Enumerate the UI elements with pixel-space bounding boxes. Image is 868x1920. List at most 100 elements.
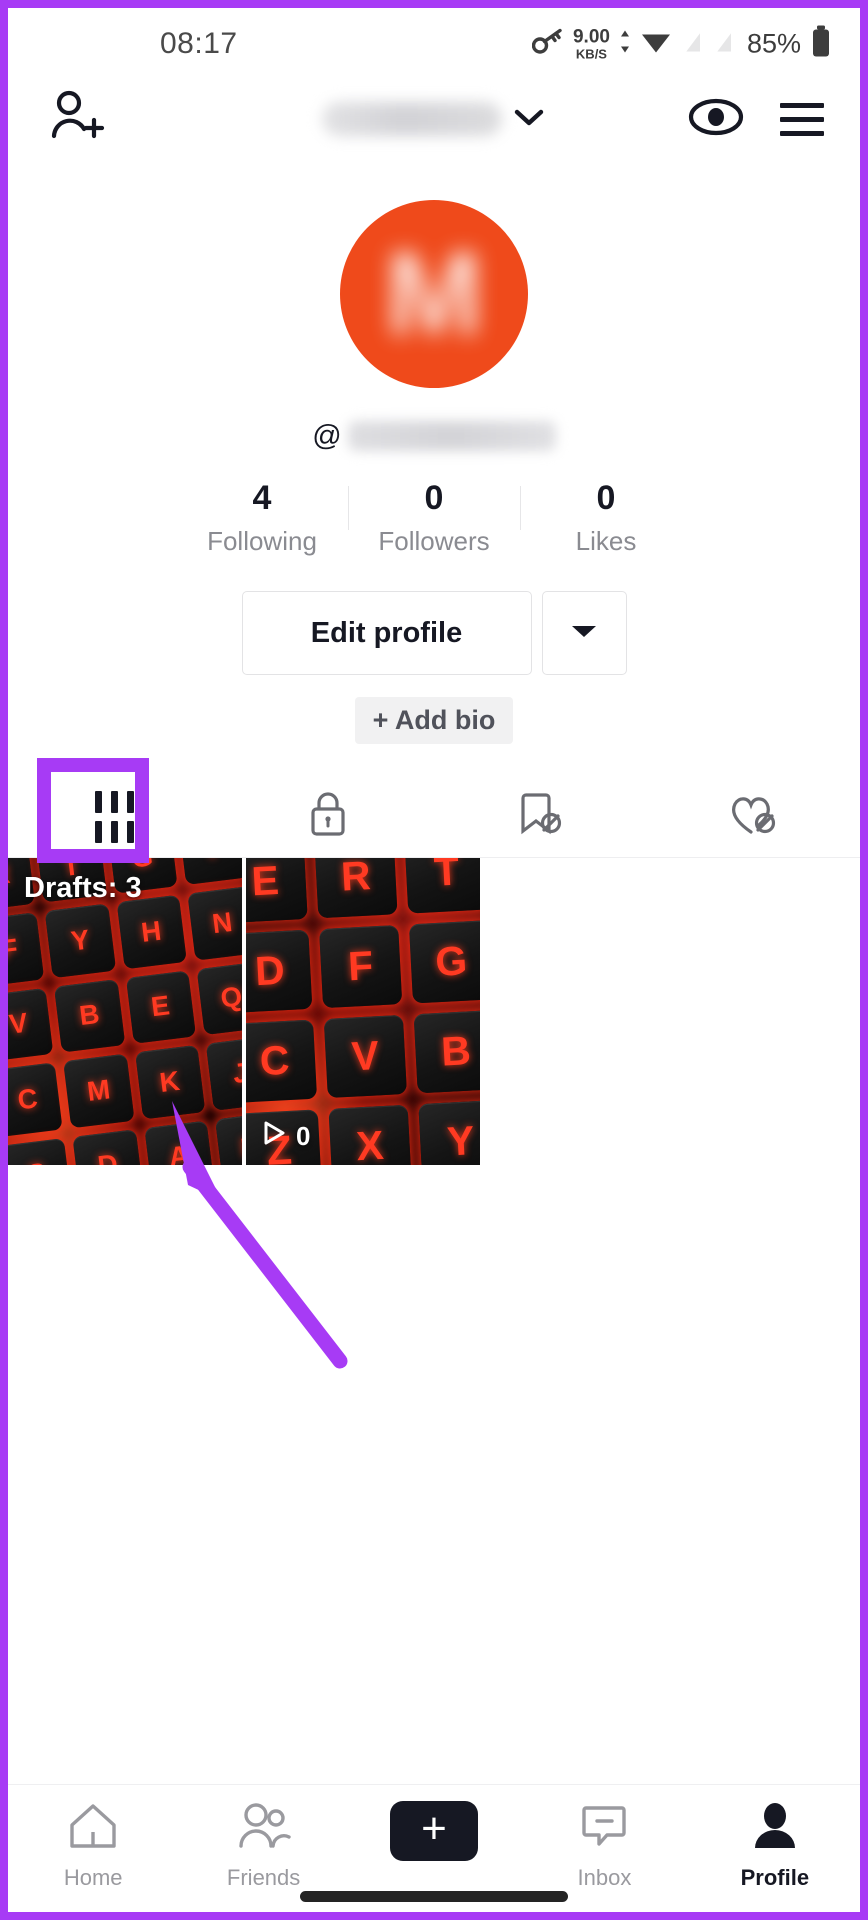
nav-label-friends: Friends [226, 1865, 301, 1890]
app-header [8, 80, 860, 158]
key: J [205, 1036, 242, 1111]
key: A [143, 1120, 215, 1166]
drafts-badge: Drafts: 3 [24, 872, 142, 905]
profile-handle[interactable]: @ [312, 416, 556, 456]
empty-content-area [8, 1165, 860, 1784]
key: C [8, 1062, 63, 1137]
nav-label-home: Home [63, 1865, 123, 1890]
network-speed-value: 9.00 [572, 26, 610, 48]
key: K [134, 1045, 205, 1120]
tab-liked[interactable] [647, 776, 860, 857]
app-screen: 08:17 9.00 KB/S 85% M @ 4 Following 0 Fo… [8, 8, 860, 1912]
key: T [404, 858, 480, 914]
hamburger-bar [780, 102, 824, 108]
avatar[interactable]: M [340, 200, 528, 388]
edit-profile-button[interactable]: Edit profile [241, 591, 532, 676]
stat-likes[interactable]: 0 Likes [520, 479, 692, 557]
chevron-down-icon [512, 105, 546, 134]
heart-hidden-icon [727, 789, 781, 844]
play-count-value: 0 [296, 1121, 311, 1152]
key: S [8, 1137, 73, 1166]
profile-stats: 4 Following 0 Followers 0 Likes [176, 479, 692, 557]
stat-following-label: Following [207, 526, 317, 557]
nav-item-profile[interactable]: Profile [690, 1801, 860, 1891]
key: H [116, 895, 187, 970]
stat-likes-label: Likes [575, 526, 637, 557]
stat-following-count: 4 [252, 479, 272, 517]
key: D [246, 930, 312, 1014]
key: B [414, 1010, 480, 1094]
key: 7 [177, 858, 242, 886]
stat-following[interactable]: 4 Following [176, 479, 348, 557]
key: B [54, 979, 125, 1054]
play-count-badge: 0 [262, 1120, 310, 1153]
add-friend-button[interactable] [44, 86, 106, 153]
keyboard-keys: E R T D F G C V B Z X Y [246, 858, 480, 1166]
add-bio-row: + Add bio [354, 697, 514, 745]
tab-posts[interactable] [8, 776, 221, 857]
nav-label-inbox: Inbox [577, 1865, 632, 1890]
nav-label-profile: Profile [740, 1865, 810, 1890]
handle-value-blurred [347, 421, 556, 451]
stat-followers-count: 0 [424, 479, 444, 517]
add-person-icon [44, 86, 106, 153]
tab-private[interactable] [221, 776, 434, 857]
key: G [409, 920, 480, 1004]
battery-icon [810, 25, 832, 63]
username-dropdown[interactable] [322, 102, 546, 136]
nav-item-inbox[interactable]: Inbox [519, 1801, 689, 1891]
wifi-icon [640, 29, 672, 60]
key: R [313, 858, 398, 919]
tab-saved[interactable] [434, 776, 647, 857]
bookmark-hidden-icon [515, 789, 567, 844]
add-bio-button[interactable]: + Add bio [354, 697, 514, 745]
username-label-blurred [322, 102, 502, 136]
caret-down-icon [567, 620, 601, 647]
grid-item-drafts[interactable]: R T G 7 F Y H N V B E Q C M K [8, 858, 242, 1166]
key: F [8, 913, 45, 987]
status-icons: 9.00 KB/S 85% [531, 25, 832, 63]
status-time: 08:17 [160, 27, 238, 60]
posts-grid: R T G 7 F Y H N V B E Q C M K [8, 858, 860, 1166]
hamburger-menu-icon[interactable] [780, 102, 824, 136]
plus-glyph: + [421, 1804, 447, 1853]
updown-arrows-icon [619, 29, 631, 60]
key: F [318, 925, 403, 1009]
key: V [323, 1015, 408, 1099]
nav-item-create[interactable]: + [349, 1801, 519, 1870]
key: Y [418, 1100, 480, 1166]
thumbnail-image: E R T D F G C V B Z X Y [246, 858, 480, 1166]
key: Q [196, 961, 242, 1036]
handle-at-symbol: @ [312, 419, 342, 452]
home-indicator [300, 1891, 568, 1902]
profile-person-icon [748, 1801, 802, 1856]
eye-icon[interactable] [688, 97, 744, 142]
key: N [187, 886, 242, 961]
key-icon [531, 28, 564, 60]
stat-likes-count: 0 [596, 479, 616, 517]
grid-item-video[interactable]: E R T D F G C V B Z X Y 0 [246, 858, 480, 1166]
key: E [125, 970, 196, 1045]
nav-item-friends[interactable]: Friends [178, 1801, 348, 1891]
signal-off-icon-2 [712, 28, 734, 60]
hamburger-bar [780, 130, 824, 136]
key: M [63, 1054, 134, 1129]
header-actions [688, 97, 824, 142]
battery-percent: 85% [746, 28, 801, 59]
play-icon [262, 1120, 286, 1153]
nav-item-home[interactable]: Home [8, 1801, 178, 1891]
network-speed: 9.00 KB/S [573, 28, 610, 61]
key: C [246, 1019, 317, 1104]
bottom-navigation: Home Friends + Inbox Profile [8, 1784, 860, 1912]
status-bar: 08:17 9.00 KB/S 85% [8, 8, 860, 80]
create-plus-icon[interactable]: + [383, 1801, 486, 1861]
home-icon [66, 1801, 120, 1856]
network-speed-unit: KB/S [575, 46, 607, 62]
stat-followers-label: Followers [378, 526, 490, 557]
stat-followers[interactable]: 0 Followers [348, 479, 520, 557]
inbox-icon [577, 1801, 631, 1856]
grid-icon [95, 790, 134, 843]
more-options-button[interactable] [541, 591, 627, 676]
key: E [246, 858, 308, 924]
key: X [328, 1105, 413, 1166]
